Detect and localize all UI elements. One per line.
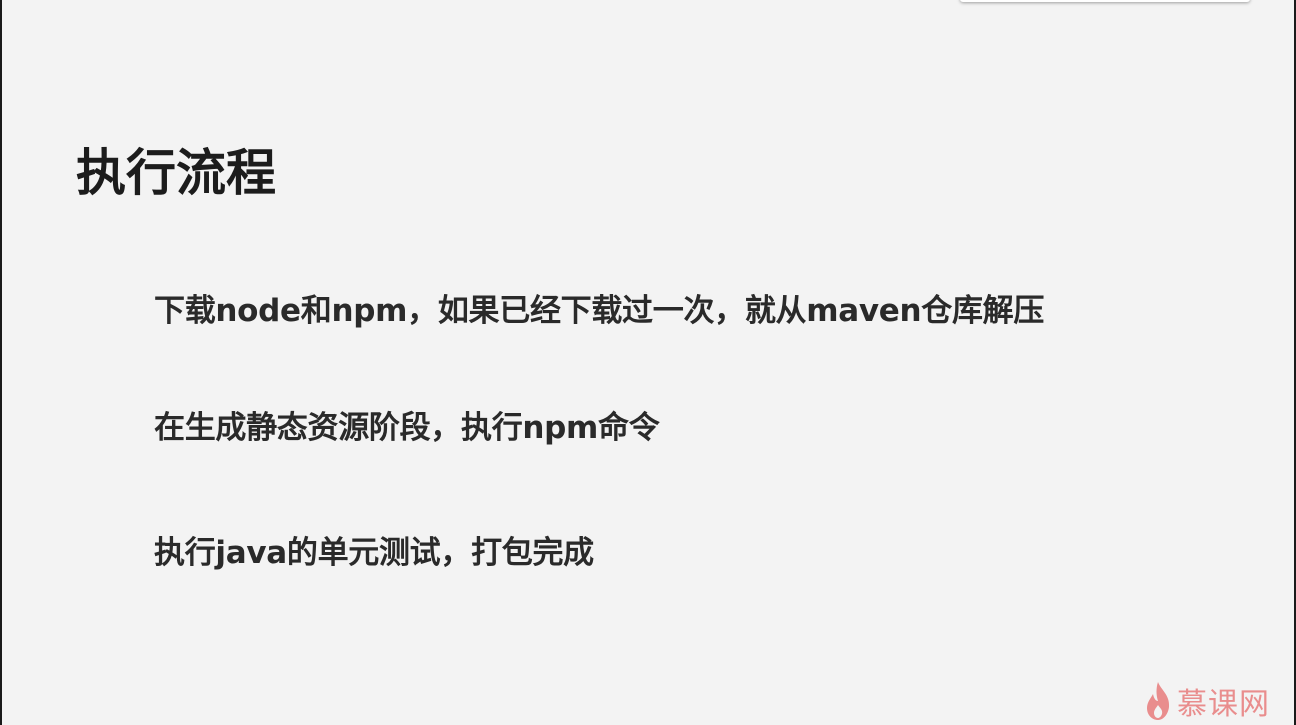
slide: 执行流程 下载node和npm，如果已经下载过一次，就从maven仓库解压 在生… bbox=[2, 0, 1294, 725]
slide-title: 执行流程 bbox=[76, 144, 276, 202]
bullet-item: 在生成静态资源阶段，执行npm命令 bbox=[154, 410, 660, 446]
top-tab-edge bbox=[960, 0, 1250, 2]
bullet-item: 下载node和npm，如果已经下载过一次，就从maven仓库解压 bbox=[154, 293, 1045, 329]
flame-icon bbox=[1145, 681, 1171, 721]
watermark-logo: 慕课网 bbox=[1145, 679, 1270, 723]
bullet-item: 执行java的单元测试，打包完成 bbox=[154, 535, 594, 571]
watermark-text: 慕课网 bbox=[1177, 687, 1270, 722]
